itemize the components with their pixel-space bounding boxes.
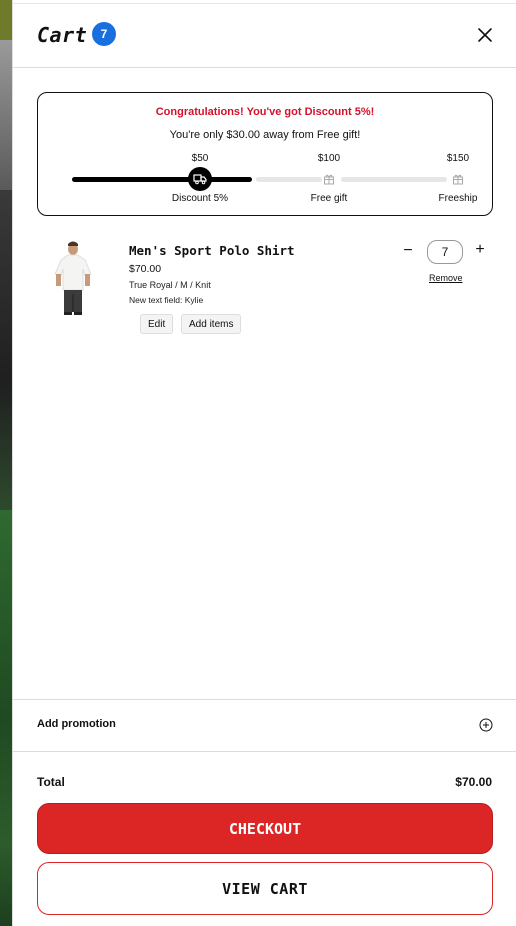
gift-icon <box>451 172 465 186</box>
cart-line-item: Men's Sport Polo Shirt $70.00 True Royal… <box>37 238 493 338</box>
progress-track-segment <box>341 177 447 182</box>
checkout-button[interactable]: CHECKOUT <box>37 803 493 854</box>
remove-link[interactable]: Remove <box>429 273 463 283</box>
product-image[interactable] <box>37 238 109 318</box>
total-value: $70.00 <box>455 775 492 789</box>
congrats-message: Congratulations! You've got Discount 5%! <box>155 106 375 118</box>
plus-circle-icon[interactable] <box>479 718 493 732</box>
progress-track-segment <box>256 177 322 182</box>
product-custom-field: New text field: Kylie <box>129 295 204 305</box>
product-variant: True Royal / M / Knit <box>129 280 211 290</box>
cart-title: Cart <box>37 23 88 47</box>
quantity-decrease-button[interactable]: − <box>401 243 415 259</box>
quantity-increase-button[interactable]: + <box>473 242 487 258</box>
cart-count-badge: 7 <box>92 22 116 46</box>
milestone-amount: $50 <box>191 153 209 164</box>
quantity-input[interactable]: 7 <box>427 240 463 264</box>
reward-progress: Congratulations! You've got Discount 5%!… <box>37 92 493 216</box>
cart-drawer: Cart 7 Congratulations! You've got Disco… <box>12 0 516 926</box>
product-title[interactable]: Men's Sport Polo Shirt <box>129 243 295 258</box>
add-items-button[interactable]: Add items <box>181 314 242 334</box>
edit-button[interactable]: Edit <box>140 314 174 334</box>
total-label: Total <box>37 775 65 789</box>
truck-icon <box>188 167 212 191</box>
milestone-label: Free gift <box>310 193 348 204</box>
progress-track-segment <box>72 177 252 182</box>
add-promotion-label: Add promotion <box>37 718 116 730</box>
milestone-label: Freeship <box>438 193 478 204</box>
background-page <box>0 0 12 926</box>
gift-icon <box>322 172 336 186</box>
progress-fill <box>72 177 252 182</box>
view-cart-button[interactable]: VIEW CART <box>37 862 493 915</box>
cart-header: Cart 7 <box>13 4 516 68</box>
next-reward-message: You're only $30.00 away from Free gift! <box>169 129 361 141</box>
milestone-amount: $150 <box>446 153 470 164</box>
close-icon[interactable] <box>475 25 495 45</box>
product-price: $70.00 <box>129 263 162 275</box>
add-promotion-row[interactable]: Add promotion <box>13 699 516 752</box>
milestone-label: Discount 5% <box>171 193 229 204</box>
milestone-amount: $100 <box>317 153 341 164</box>
